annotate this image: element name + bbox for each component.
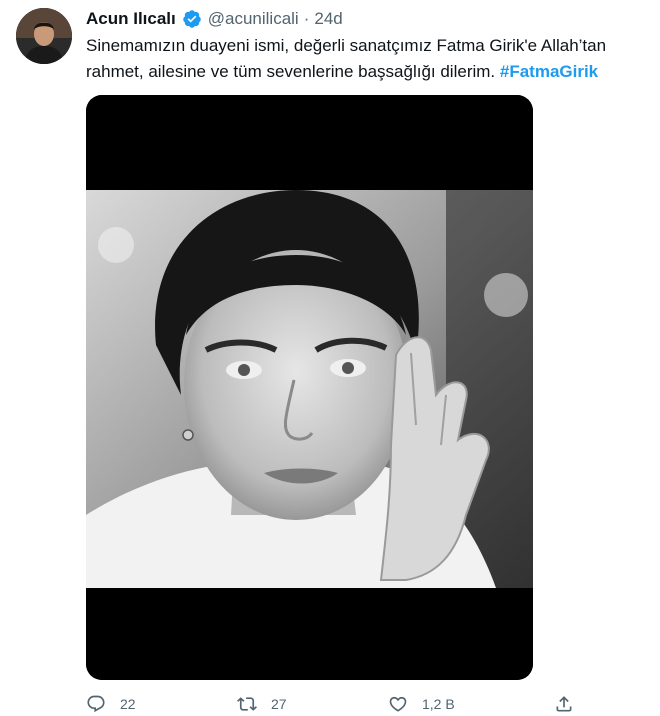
tweet-actions: 22 27 1,2 B <box>86 694 586 716</box>
reply-button[interactable]: 22 <box>86 694 136 714</box>
avatar[interactable] <box>16 8 72 64</box>
author-handle[interactable]: @acunilicali <box>208 9 299 29</box>
tweet-text: Sinemamızın duayeni ismi, değerli sanatç… <box>86 33 646 85</box>
author-name[interactable]: Acun Ilıcalı <box>86 9 176 29</box>
reply-icon <box>86 694 106 714</box>
verified-badge-icon <box>182 9 202 29</box>
retweet-icon <box>237 694 257 714</box>
tweet-photo[interactable] <box>86 95 533 680</box>
hashtag-link[interactable]: #FatmaGirik <box>500 62 598 81</box>
heart-icon <box>388 694 408 714</box>
share-icon <box>554 694 574 714</box>
like-button[interactable]: 1,2 B <box>388 694 455 714</box>
separator-dot: · <box>303 9 310 28</box>
retweet-button[interactable]: 27 <box>237 694 287 714</box>
share-button[interactable] <box>554 694 574 714</box>
retweet-count: 27 <box>271 696 287 712</box>
tweet-header: Acun Ilıcalı @acunilicali · 24d <box>86 8 343 30</box>
reply-count: 22 <box>120 696 136 712</box>
like-count: 1,2 B <box>422 696 455 712</box>
tweet[interactable]: Acun Ilıcalı @acunilicali · 24d Sinemamı… <box>0 0 660 716</box>
tweet-timestamp[interactable]: 24d <box>314 9 342 29</box>
